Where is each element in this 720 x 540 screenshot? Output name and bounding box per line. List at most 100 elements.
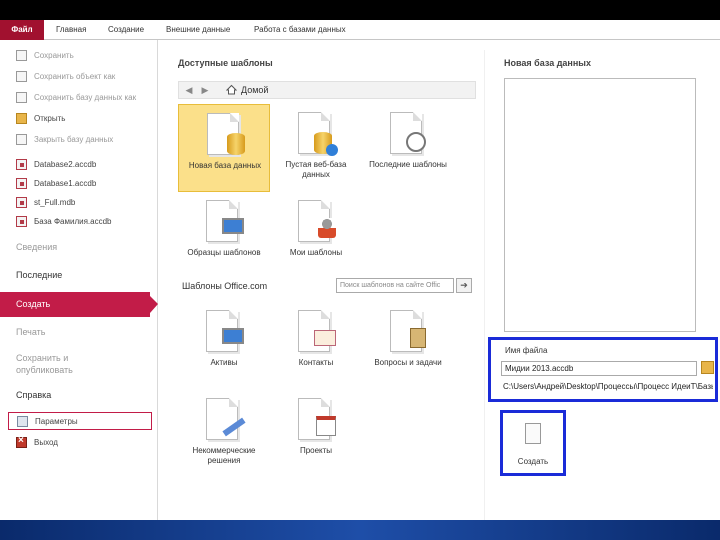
- create-button[interactable]: Создать: [507, 417, 559, 469]
- template-samples[interactable]: Образцы шаблонов: [178, 192, 270, 280]
- nav-save-label: Сохранить: [34, 50, 74, 60]
- filename-highlight: Имя файла Мидии 2013.accdb C:\Users\Андр…: [488, 337, 718, 402]
- options-icon: [17, 415, 28, 427]
- nav-open[interactable]: Открыть: [0, 109, 158, 127]
- template-blank-web-db[interactable]: Пустая веб-база данных: [270, 104, 362, 192]
- contact-card-icon: [314, 330, 336, 346]
- available-templates-title: Доступные шаблоны: [178, 58, 273, 68]
- nav-params[interactable]: Параметры: [8, 412, 152, 430]
- template-label: Образцы шаблонов: [187, 248, 261, 257]
- nav-exit[interactable]: Выход: [0, 433, 158, 451]
- template-label: Последние шаблоны: [369, 160, 447, 169]
- filename-input[interactable]: Мидии 2013.accdb: [501, 361, 697, 376]
- recent-file-item[interactable]: Database1.accdb: [0, 174, 158, 192]
- create-highlight: Создать: [500, 410, 566, 476]
- template-label: Мои шаблоны: [289, 248, 343, 257]
- template-new-database[interactable]: Новая база данных: [178, 104, 270, 192]
- recent-file-label: st_Full.mdb: [34, 197, 76, 207]
- document-icon: [206, 398, 238, 440]
- pane-divider: [484, 50, 485, 520]
- new-file-icon: [525, 423, 541, 444]
- access-file-icon: [16, 177, 27, 189]
- nav-close-db-label: Закрыть базу данных: [34, 134, 114, 144]
- tab-database-tools[interactable]: Работа с базами данных: [254, 20, 346, 40]
- browse-folder-icon[interactable]: [701, 361, 714, 374]
- save-as-icon: [16, 70, 27, 82]
- globe-icon: [326, 144, 338, 156]
- save-icon: [16, 49, 27, 61]
- template-recent[interactable]: Последние шаблоны: [362, 104, 454, 192]
- clipboard-icon: [410, 328, 426, 348]
- nav-params-label: Параметры: [35, 416, 78, 426]
- tab-external-data[interactable]: Внешние данные: [166, 20, 230, 40]
- nav-save-publish[interactable]: Сохранить и опубликовать: [0, 352, 90, 376]
- office-template-contacts[interactable]: Контакты: [270, 302, 362, 390]
- back-arrow-icon[interactable]: ◀: [183, 84, 195, 96]
- nav-save-object-as[interactable]: Сохранить объект как: [0, 67, 158, 85]
- access-file-icon: [16, 215, 27, 227]
- open-folder-icon: [16, 112, 27, 124]
- template-label: Пустая веб-база данных: [285, 160, 347, 179]
- computer-icon: [222, 328, 244, 344]
- nav-save-db-as-label: Сохранить базу данных как: [34, 92, 137, 102]
- template-label: Вопросы и задачи: [374, 358, 442, 367]
- nav-open-label: Открыть: [34, 113, 66, 123]
- home-link[interactable]: Домой: [241, 85, 268, 95]
- office-template-issues[interactable]: Вопросы и задачи: [362, 302, 454, 390]
- nav-recent[interactable]: Последние: [0, 270, 158, 280]
- close-db-icon: [16, 133, 27, 145]
- calendar-icon: [316, 416, 336, 436]
- nav-save-object-as-label: Сохранить объект как: [34, 71, 116, 81]
- office-template-projects[interactable]: Проекты: [270, 390, 362, 478]
- home-icon[interactable]: [226, 84, 237, 95]
- new-db-preview: [504, 78, 696, 332]
- recent-file-label: База Фамилия.accdb: [34, 216, 112, 226]
- database-icon: [227, 133, 245, 155]
- nav-info[interactable]: Сведения: [0, 242, 158, 252]
- new-db-title: Новая база данных: [504, 58, 591, 68]
- ribbon-tabs: Файл Главная Создание Внешние данные Раб…: [0, 20, 720, 40]
- save-db-as-icon: [16, 91, 27, 103]
- tab-create[interactable]: Создание: [108, 20, 144, 40]
- nav-create[interactable]: Создать: [0, 292, 158, 317]
- nav-exit-label: Выход: [34, 437, 58, 447]
- access-file-icon: [16, 158, 27, 170]
- recent-file-item[interactable]: База Фамилия.accdb: [0, 212, 158, 230]
- search-go-button[interactable]: ➔: [456, 278, 472, 293]
- sample-templates-icon: [222, 218, 244, 234]
- recent-file-item[interactable]: st_Full.mdb: [0, 193, 158, 211]
- nav-close-db[interactable]: Закрыть базу данных: [0, 130, 158, 148]
- top-frame: [0, 0, 720, 20]
- template-navbar: ◀ ▶ Домой: [178, 81, 476, 99]
- office-templates-title: Шаблоны Office.com: [182, 281, 268, 291]
- template-label: Новая база данных: [188, 161, 262, 170]
- file-path: C:\Users\Андрей\Desktop\Процессы\Процесс…: [503, 382, 713, 391]
- bottom-frame: [0, 520, 720, 540]
- backstage-main: Доступные шаблоны ◀ ▶ Домой Новая база д…: [158, 40, 720, 520]
- clock-icon: [406, 132, 426, 152]
- recent-file-label: Database1.accdb: [34, 178, 97, 188]
- backstage-nav: Сохранить Сохранить объект как Сохранить…: [0, 40, 158, 520]
- template-label: Проекты: [299, 446, 333, 455]
- user-icon: [318, 218, 336, 238]
- template-label: Некоммерческие решения: [192, 446, 256, 465]
- office-template-nonprofit[interactable]: Некоммерческие решения: [178, 390, 270, 478]
- filename-label: Имя файла: [505, 346, 548, 355]
- template-label: Контакты: [298, 358, 334, 367]
- create-label: Создать: [517, 457, 549, 466]
- access-file-icon: [16, 196, 27, 208]
- nav-save-db-as[interactable]: Сохранить базу данных как: [0, 88, 158, 106]
- template-label: Активы: [210, 358, 238, 367]
- recent-file-item[interactable]: Database2.accdb: [0, 155, 158, 173]
- tab-file[interactable]: Файл: [0, 20, 44, 40]
- forward-arrow-icon[interactable]: ▶: [199, 84, 211, 96]
- nav-help[interactable]: Справка: [0, 390, 158, 400]
- nav-print[interactable]: Печать: [0, 327, 158, 337]
- template-search-input[interactable]: Поиск шаблонов на сайте Offic: [336, 278, 454, 293]
- template-my[interactable]: Мои шаблоны: [270, 192, 362, 280]
- office-template-assets[interactable]: Активы: [178, 302, 270, 390]
- tab-home[interactable]: Главная: [56, 20, 86, 40]
- recent-file-label: Database2.accdb: [34, 159, 97, 169]
- nav-save[interactable]: Сохранить: [0, 46, 158, 64]
- exit-icon: [16, 435, 27, 448]
